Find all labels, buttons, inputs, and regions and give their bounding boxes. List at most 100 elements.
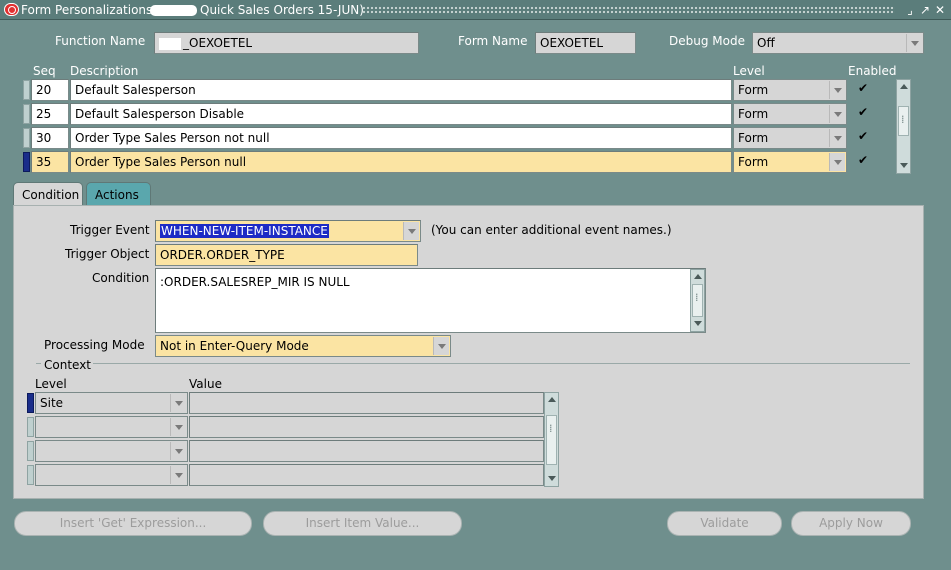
description-cell[interactable]: Default Salesperson Disable <box>70 103 732 125</box>
close-icon[interactable]: ✕ <box>933 3 947 17</box>
chevron-down-icon[interactable] <box>829 105 845 123</box>
redacted-text <box>159 37 181 50</box>
row-selector[interactable] <box>23 80 30 100</box>
chevron-down-icon[interactable] <box>170 466 186 484</box>
description-cell[interactable]: Default Salesperson <box>70 79 732 101</box>
trigger-event-hint: (You can enter additional event names.) <box>431 223 672 237</box>
row-selector-active[interactable] <box>27 393 34 413</box>
level-value: Form <box>738 131 769 145</box>
insert-item-value-button[interactable]: Insert Item Value... <box>263 511 462 536</box>
context-value-header: Value <box>189 377 222 391</box>
context-level-select[interactable] <box>35 464 188 486</box>
chevron-down-icon[interactable] <box>829 129 845 147</box>
chevron-down-icon[interactable] <box>403 222 419 240</box>
chevron-down-icon[interactable] <box>170 418 186 436</box>
level-value: Form <box>738 83 769 97</box>
chevron-down-icon[interactable] <box>170 442 186 460</box>
context-level-select[interactable] <box>35 440 188 462</box>
condition-label: Condition <box>92 271 150 285</box>
context-level-select[interactable]: Site <box>35 392 188 414</box>
scroll-up-icon[interactable] <box>897 80 910 94</box>
processing-mode-select[interactable]: Not in Enter-Query Mode <box>155 335 451 357</box>
enabled-checkbox[interactable]: ✔ <box>857 106 869 119</box>
condition-textarea[interactable]: :ORDER.SALESREP_MIR IS NULL <box>155 268 706 333</box>
level-value: Form <box>738 155 769 169</box>
enabled-checkbox[interactable]: ✔ <box>857 82 869 95</box>
chevron-down-icon[interactable] <box>906 34 922 52</box>
context-level-select[interactable] <box>35 416 188 438</box>
debug-mode-label: Debug Mode <box>669 34 745 48</box>
title-bar-grip <box>362 6 895 14</box>
context-scrollbar[interactable] <box>544 392 559 487</box>
scroll-up-icon[interactable] <box>545 393 558 407</box>
level-select[interactable]: Form <box>733 79 847 101</box>
context-value-field[interactable] <box>189 440 544 462</box>
level-select[interactable]: Form <box>733 103 847 125</box>
chevron-down-icon[interactable] <box>829 153 845 171</box>
redacted-text <box>150 5 197 16</box>
minimize-icon[interactable]: ⌟ <box>903 3 917 17</box>
level-select[interactable]: Form <box>733 151 847 173</box>
processing-mode-value: Not in Enter-Query Mode <box>160 339 309 353</box>
trigger-object-field[interactable]: ORDER.ORDER_TYPE <box>155 244 418 266</box>
maximize-icon[interactable]: ↗ <box>918 3 932 17</box>
apply-now-button[interactable]: Apply Now <box>791 511 911 536</box>
level-value: Form <box>738 107 769 121</box>
scroll-thumb[interactable] <box>898 106 909 136</box>
trigger-object-label: Trigger Object <box>65 247 150 261</box>
context-level-value: Site <box>40 396 64 410</box>
window-title-suffix: Quick Sales Orders 15-JUN) <box>200 3 364 17</box>
form-name-field[interactable]: OEXOETEL <box>535 32 636 54</box>
condition-scrollbar[interactable] <box>690 269 705 332</box>
scroll-down-icon[interactable] <box>691 317 704 331</box>
context-level-header: Level <box>35 377 67 391</box>
form-name-label: Form Name <box>458 34 528 48</box>
function-name-field[interactable]: _OEXOETEL <box>154 32 419 54</box>
chevron-down-icon[interactable] <box>829 81 845 99</box>
row-selector[interactable] <box>23 128 30 148</box>
chevron-down-icon[interactable] <box>170 394 186 412</box>
scroll-up-icon[interactable] <box>691 270 704 284</box>
condition-text: :ORDER.SALESREP_MIR IS NULL <box>160 275 350 289</box>
context-value-field[interactable] <box>189 464 544 486</box>
trigger-event-field[interactable]: WHEN-NEW-ITEM-INSTANCE <box>155 220 421 242</box>
rules-scrollbar[interactable] <box>896 79 911 174</box>
scroll-thumb[interactable] <box>692 284 703 317</box>
enabled-checkbox[interactable]: ✔ <box>857 154 869 167</box>
context-separator <box>93 363 910 364</box>
seq-cell[interactable]: 30 <box>31 127 69 149</box>
row-selector[interactable] <box>27 417 34 437</box>
description-column-header: Description <box>70 64 139 78</box>
trigger-event-value: WHEN-NEW-ITEM-INSTANCE <box>160 224 329 238</box>
processing-mode-label: Processing Mode <box>44 338 145 352</box>
seq-cell[interactable]: 25 <box>31 103 69 125</box>
enabled-checkbox[interactable]: ✔ <box>857 130 869 143</box>
row-selector[interactable] <box>23 104 30 124</box>
enabled-column-header: Enabled <box>848 64 897 78</box>
description-cell[interactable]: Order Type Sales Person null <box>70 151 732 173</box>
scroll-down-icon[interactable] <box>897 159 910 173</box>
scroll-down-icon[interactable] <box>545 472 558 486</box>
validate-button[interactable]: Validate <box>667 511 782 536</box>
context-value-field[interactable] <box>189 392 544 414</box>
scroll-thumb[interactable] <box>546 415 557 465</box>
context-value-field[interactable] <box>189 416 544 438</box>
description-cell[interactable]: Order Type Sales Person not null <box>70 127 732 149</box>
title-bar: Form Personalizations Quick Sales Orders… <box>0 0 951 20</box>
window-title: Form Personalizations <box>21 3 153 17</box>
trigger-event-label: Trigger Event <box>70 223 150 237</box>
seq-cell[interactable]: 35 <box>31 151 69 173</box>
level-select[interactable]: Form <box>733 127 847 149</box>
seq-cell[interactable]: 20 <box>31 79 69 101</box>
seq-column-header: Seq <box>33 64 56 78</box>
debug-mode-value: Off <box>757 36 775 50</box>
row-selector[interactable] <box>27 441 34 461</box>
level-column-header: Level <box>733 64 765 78</box>
chevron-down-icon[interactable] <box>433 337 449 355</box>
row-selector-active[interactable] <box>23 152 30 172</box>
debug-mode-select[interactable]: Off <box>752 32 924 54</box>
insert-get-expression-button[interactable]: Insert 'Get' Expression... <box>14 511 252 536</box>
tab-condition[interactable]: Condition <box>13 182 83 206</box>
tab-actions[interactable]: Actions <box>86 182 151 206</box>
row-selector[interactable] <box>27 465 34 485</box>
